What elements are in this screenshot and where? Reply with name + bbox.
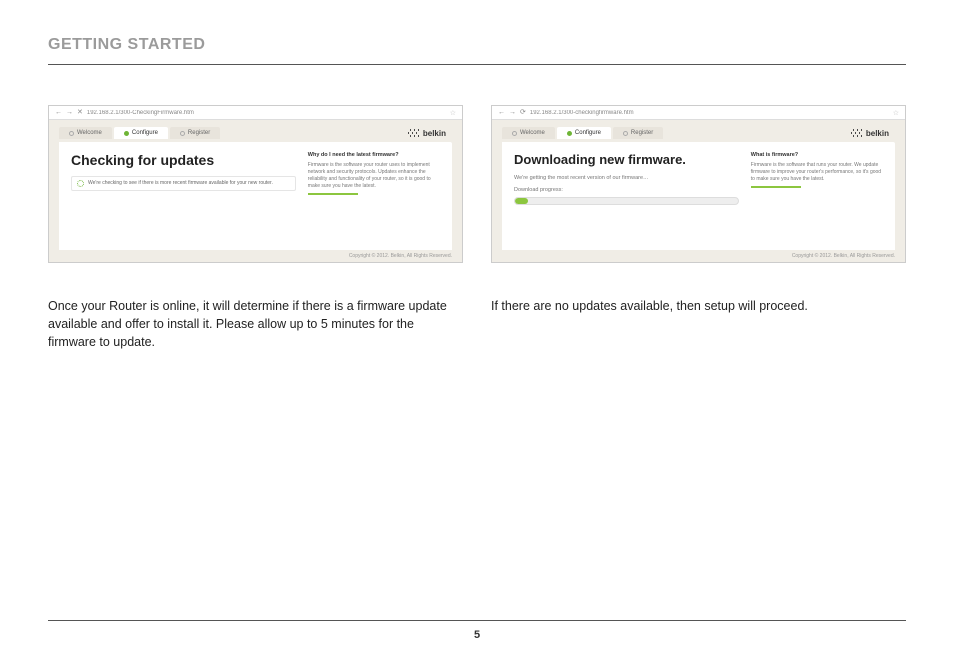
left-caption: Once your Router is online, it will dete… bbox=[48, 297, 463, 351]
radio-icon bbox=[124, 131, 129, 136]
content-card: Downloading new firmware. We're getting … bbox=[502, 142, 895, 250]
browser-toolbar: ← → ✕ 192.168.2.1/300-CheckingFirmware.h… bbox=[49, 106, 462, 120]
right-caption: If there are no updates available, then … bbox=[491, 297, 906, 315]
tab-welcome[interactable]: Welcome bbox=[59, 127, 112, 139]
back-icon[interactable]: ← bbox=[55, 109, 62, 116]
content-card: Checking for updates We're checking to s… bbox=[59, 142, 452, 250]
card-heading: Downloading new firmware. bbox=[514, 152, 739, 167]
right-column: ← → ⟳ 192.168.2.1/300-checkingfirmware.h… bbox=[491, 105, 906, 351]
brand-logo: belkin bbox=[408, 129, 446, 138]
address-bar[interactable]: 192.168.2.1/300-CheckingFirmware.htm bbox=[87, 110, 446, 116]
page-number: 5 bbox=[474, 629, 480, 641]
screenshot-right: ← → ⟳ 192.168.2.1/300-checkingfirmware.h… bbox=[491, 105, 906, 263]
section-title: GETTING STARTED bbox=[48, 36, 906, 54]
spinner-icon bbox=[77, 180, 84, 187]
progress-fill bbox=[515, 198, 528, 204]
reload-icon[interactable]: ⟳ bbox=[520, 109, 526, 116]
checking-status: We're checking to see if there is more r… bbox=[71, 176, 296, 191]
card-heading: Checking for updates bbox=[71, 152, 296, 168]
brand-logo: belkin bbox=[851, 129, 889, 138]
checking-text: We're checking to see if there is more r… bbox=[88, 180, 273, 186]
content-columns: ← → ✕ 192.168.2.1/300-CheckingFirmware.h… bbox=[48, 105, 906, 351]
accent-bar bbox=[308, 193, 358, 195]
forward-icon[interactable]: → bbox=[66, 109, 73, 116]
progress-label: Download progress: bbox=[514, 187, 739, 193]
browser-toolbar: ← → ⟳ 192.168.2.1/300-checkingfirmware.h… bbox=[492, 106, 905, 120]
radio-icon bbox=[512, 131, 517, 136]
accent-bar bbox=[751, 186, 801, 188]
back-icon[interactable]: ← bbox=[498, 109, 505, 116]
tab-label: Configure bbox=[575, 130, 601, 136]
browser-body: Welcome Configure Register belkin bbox=[49, 120, 462, 250]
brand-text: belkin bbox=[866, 129, 889, 138]
tab-label: Welcome bbox=[520, 130, 545, 136]
side-heading: Why do I need the latest firmware? bbox=[308, 152, 440, 160]
bookmark-icon[interactable]: ☆ bbox=[893, 109, 899, 117]
left-column: ← → ✕ 192.168.2.1/300-CheckingFirmware.h… bbox=[48, 105, 463, 351]
tab-welcome[interactable]: Welcome bbox=[502, 127, 555, 139]
tab-label: Welcome bbox=[77, 130, 102, 136]
tab-configure[interactable]: Configure bbox=[557, 127, 611, 139]
tab-configure[interactable]: Configure bbox=[114, 127, 168, 139]
browser-body: Welcome Configure Register belkin bbox=[492, 120, 905, 250]
top-rule bbox=[48, 64, 906, 65]
radio-icon bbox=[69, 131, 74, 136]
brand-dots-icon bbox=[408, 129, 420, 137]
progress-bar bbox=[514, 197, 739, 205]
screenshot-left: ← → ✕ 192.168.2.1/300-CheckingFirmware.h… bbox=[48, 105, 463, 263]
copyright: Copyright © 2012. Belkin, All Rights Res… bbox=[492, 250, 905, 262]
wizard-tabs: Welcome Configure Register bbox=[502, 127, 665, 139]
tab-register[interactable]: Register bbox=[170, 127, 220, 139]
tab-label: Register bbox=[188, 130, 210, 136]
card-subtext: We're getting the most recent version of… bbox=[514, 175, 739, 181]
tab-label: Register bbox=[631, 130, 653, 136]
bookmark-icon[interactable]: ☆ bbox=[450, 109, 456, 117]
stop-icon[interactable]: ✕ bbox=[77, 109, 83, 116]
radio-icon bbox=[623, 131, 628, 136]
side-body: Firmware is the software your router use… bbox=[308, 162, 440, 190]
wizard-tabs: Welcome Configure Register bbox=[59, 127, 222, 139]
side-body: Firmware is the software that runs your … bbox=[751, 162, 883, 183]
brand-text: belkin bbox=[423, 129, 446, 138]
forward-icon[interactable]: → bbox=[509, 109, 516, 116]
side-heading: What is firmware? bbox=[751, 152, 883, 160]
page-footer: 5 bbox=[48, 620, 906, 641]
brand-dots-icon bbox=[851, 129, 863, 137]
radio-icon bbox=[180, 131, 185, 136]
copyright: Copyright © 2012. Belkin, All Rights Res… bbox=[49, 250, 462, 262]
radio-icon bbox=[567, 131, 572, 136]
tab-register[interactable]: Register bbox=[613, 127, 663, 139]
tab-label: Configure bbox=[132, 130, 158, 136]
address-bar[interactable]: 192.168.2.1/300-checkingfirmware.htm bbox=[530, 110, 889, 116]
